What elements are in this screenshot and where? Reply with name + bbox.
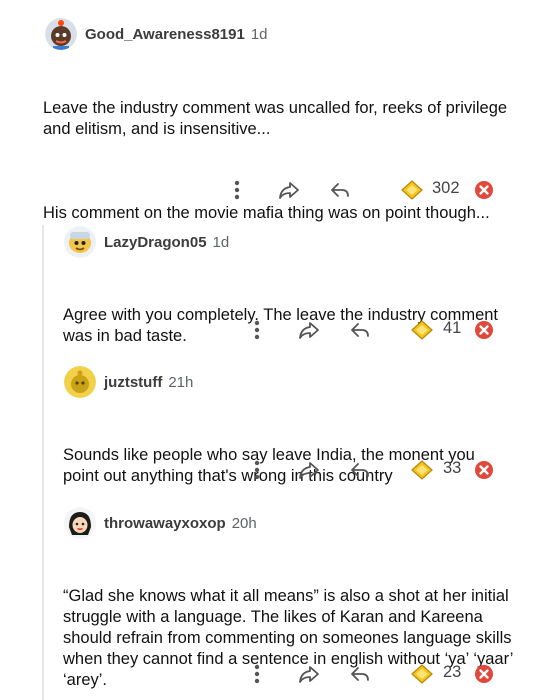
award-icon[interactable] xyxy=(398,176,426,204)
comment-actions: 23 xyxy=(0,660,541,688)
share-icon[interactable] xyxy=(295,660,323,688)
username[interactable]: LazyDragon05 xyxy=(104,234,207,251)
downvote-icon[interactable] xyxy=(470,316,498,344)
avatar[interactable] xyxy=(45,18,77,50)
award-icon[interactable] xyxy=(408,456,436,484)
reply-icon[interactable] xyxy=(346,660,374,688)
avatar[interactable] xyxy=(64,507,96,539)
username[interactable]: throwawayxoxop xyxy=(104,515,226,532)
comment-actions: 41 xyxy=(0,316,541,344)
comment-paragraph: His comment on the movie mafia thing was… xyxy=(43,204,490,222)
comment-actions: 33 xyxy=(0,456,541,484)
downvote-icon[interactable] xyxy=(470,176,498,204)
timestamp: 1d xyxy=(212,233,230,251)
comment-header: Good_Awareness8191 1d xyxy=(45,16,268,52)
avatar[interactable] xyxy=(64,366,96,398)
comment-header: throwawayxoxop 20h xyxy=(64,505,257,541)
comment-header: LazyDragon05 1d xyxy=(64,224,229,260)
comment-header: juztstuff 21h xyxy=(64,364,193,400)
comment-paragraph: Leave the industry comment was uncalled … xyxy=(43,99,512,138)
timestamp: 20h xyxy=(231,514,257,532)
award-icon[interactable] xyxy=(408,316,436,344)
share-icon[interactable] xyxy=(295,456,323,484)
reply-icon[interactable] xyxy=(346,456,374,484)
more-options-icon[interactable] xyxy=(243,660,271,688)
timestamp: 21h xyxy=(168,373,194,391)
award-icon[interactable] xyxy=(408,660,436,688)
reply-icon[interactable] xyxy=(346,316,374,344)
vote-score: 33 xyxy=(443,459,462,477)
username[interactable]: juztstuff xyxy=(104,374,162,391)
comment-actions: 302 xyxy=(0,176,541,204)
reply-icon[interactable] xyxy=(326,176,354,204)
more-options-icon[interactable] xyxy=(243,316,271,344)
comment-thread: Good_Awareness8191 1d Leave the industry… xyxy=(0,0,541,700)
vote-score: 41 xyxy=(443,319,462,337)
vote-score: 23 xyxy=(443,663,462,681)
vote-score: 302 xyxy=(432,179,460,197)
timestamp: 1d xyxy=(250,25,268,43)
avatar[interactable] xyxy=(64,226,96,258)
username[interactable]: Good_Awareness8191 xyxy=(85,26,245,43)
downvote-icon[interactable] xyxy=(470,660,498,688)
more-options-icon[interactable] xyxy=(243,456,271,484)
share-icon[interactable] xyxy=(275,176,303,204)
share-icon[interactable] xyxy=(295,316,323,344)
more-options-icon[interactable] xyxy=(223,176,251,204)
downvote-icon[interactable] xyxy=(470,456,498,484)
